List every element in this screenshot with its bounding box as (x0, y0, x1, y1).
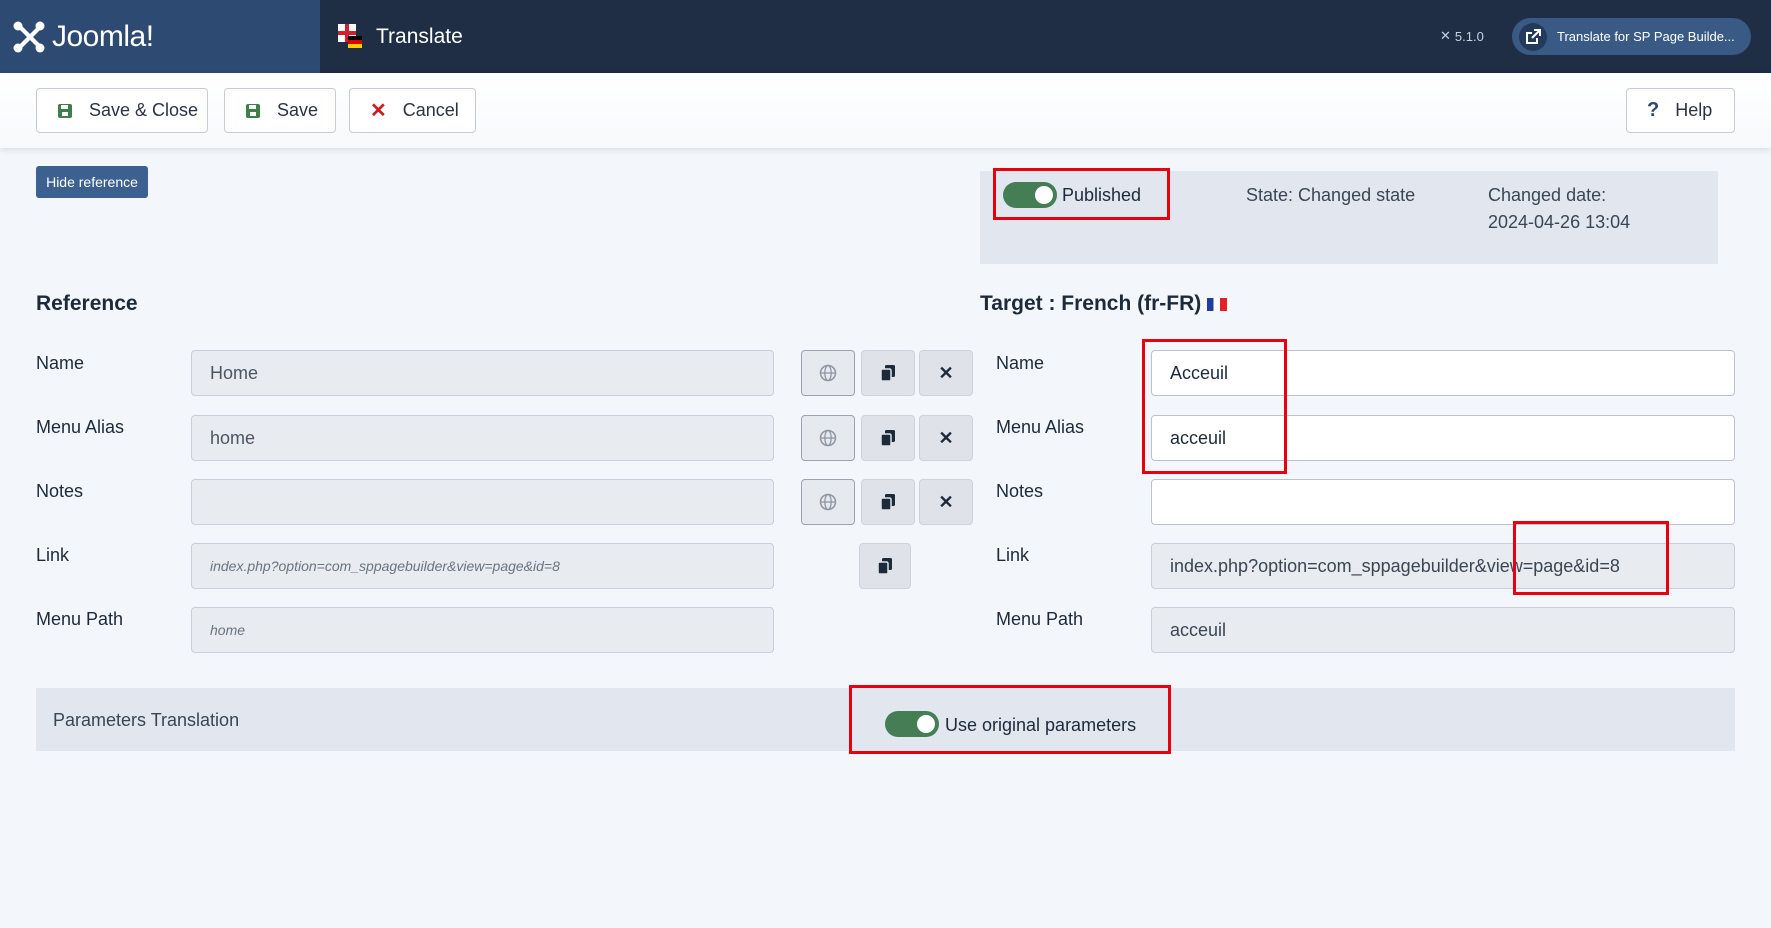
close-icon: ✕ (938, 362, 954, 383)
toolbar: Save & Close Save ✕ Cancel ? Help (0, 73, 1771, 148)
highlight-published (993, 168, 1170, 220)
state-text: State: Changed state (1246, 185, 1416, 205)
ref-alias-label: Menu Alias (36, 417, 125, 437)
close-icon: ✕ (370, 100, 387, 122)
copy-icon (877, 558, 892, 575)
ref-path-label: Menu Path (36, 609, 124, 629)
target-link-label: Link (996, 545, 1030, 565)
logo-text: Joomla! (52, 19, 154, 53)
clear-alias-button[interactable]: ✕ (919, 415, 973, 461)
top-header: Joomla! Translate ✕ 5.1.0 Translate for … (0, 0, 1771, 73)
globe-icon (819, 429, 837, 447)
joomla-icon (13, 21, 45, 52)
page-title: Translate (376, 24, 463, 48)
highlight-link-id (1513, 521, 1669, 595)
cancel-button[interactable]: ✕ Cancel (349, 88, 476, 133)
ref-name-field: Home (191, 350, 774, 396)
target-title: Target : French (fr-FR) (980, 292, 1202, 315)
copy-name-button[interactable] (861, 350, 915, 396)
target-path-label: Menu Path (996, 609, 1084, 629)
copy-link-button[interactable] (859, 543, 911, 589)
cancel-label: Cancel (402, 100, 459, 120)
external-site-label: Translate for SP Page Builde... (1557, 29, 1735, 44)
french-flag-icon (1207, 297, 1228, 311)
highlight-name-alias (1142, 339, 1287, 474)
save-close-button[interactable]: Save & Close (36, 88, 208, 133)
target-title-wrap: Target : French (fr-FR) (980, 292, 1228, 316)
save-close-label: Save & Close (89, 100, 199, 120)
ref-link-field: index.php?option=com_sppagebuilder&view=… (191, 543, 774, 589)
question-icon: ? (1647, 99, 1660, 121)
copy-icon (880, 430, 895, 447)
clear-name-button[interactable]: ✕ (919, 350, 973, 396)
highlight-use-original (849, 685, 1171, 754)
changed-date-value: 2024-04-26 13:04 (1488, 212, 1631, 232)
page-title-area: Translate (338, 0, 463, 73)
translate-notes-button[interactable] (801, 479, 855, 525)
changed-date-label: Changed date: (1488, 185, 1607, 205)
save-icon (57, 103, 73, 119)
clear-notes-button[interactable]: ✕ (919, 479, 973, 525)
version-indicator: ✕ 5.1.0 (1440, 28, 1484, 44)
save-label: Save (277, 100, 319, 120)
hide-reference-button[interactable]: Hide reference (36, 166, 148, 198)
ref-alias-field: home (191, 415, 774, 461)
translate-name-button[interactable] (801, 350, 855, 396)
help-button[interactable]: ? Help (1626, 88, 1735, 133)
translate-alias-button[interactable] (801, 415, 855, 461)
copy-alias-button[interactable] (861, 415, 915, 461)
reference-title: Reference (36, 292, 138, 315)
close-icon: ✕ (938, 427, 954, 448)
joomla-small-icon: ✕ (1440, 28, 1451, 43)
globe-icon (819, 364, 837, 382)
copy-notes-button[interactable] (861, 479, 915, 525)
ref-notes-field (191, 479, 774, 525)
target-name-label: Name (996, 353, 1045, 373)
copy-icon (880, 365, 895, 382)
target-notes-label: Notes (996, 481, 1044, 501)
translate-flag-icon (338, 23, 362, 48)
target-path-field: acceuil (1151, 607, 1735, 653)
external-link-icon (1519, 22, 1547, 51)
close-icon: ✕ (938, 491, 954, 512)
parameters-translation-label: Parameters Translation (53, 710, 240, 730)
help-label: Help (1675, 100, 1713, 120)
version-text: 5.1.0 (1454, 28, 1484, 44)
ref-link-label: Link (36, 545, 70, 565)
globe-icon (819, 493, 837, 511)
joomla-logo[interactable]: Joomla! (0, 0, 320, 73)
save-icon (245, 103, 261, 119)
save-button[interactable]: Save (224, 88, 336, 133)
ref-path-field: home (191, 607, 774, 653)
ref-name-label: Name (36, 353, 85, 373)
copy-icon (880, 494, 895, 511)
external-site-button[interactable]: Translate for SP Page Builde... (1512, 18, 1751, 55)
ref-notes-label: Notes (36, 481, 84, 501)
target-alias-label: Menu Alias (996, 417, 1085, 437)
target-notes-input[interactable] (1151, 479, 1735, 525)
